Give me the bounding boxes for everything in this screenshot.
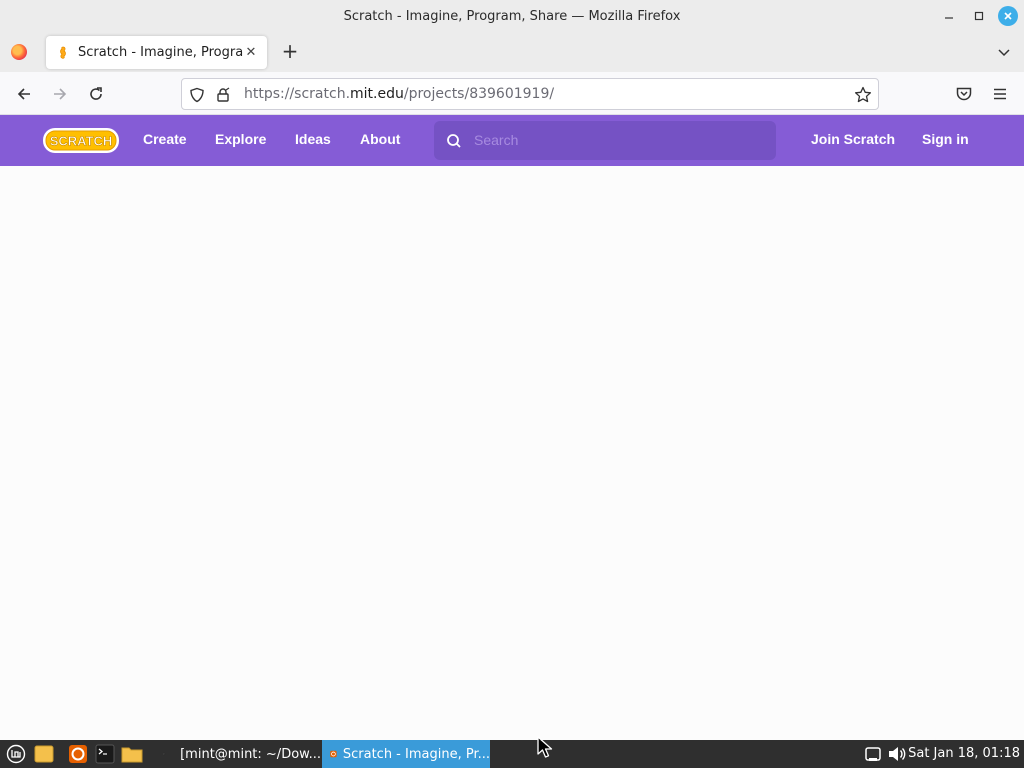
files-launcher-icon[interactable] — [121, 743, 143, 765]
scratch-navbar: SCRATCH Create Explore Ideas About Join … — [0, 115, 1024, 166]
search-input[interactable] — [474, 130, 764, 150]
nav-ideas[interactable]: Ideas — [295, 131, 331, 147]
forward-icon[interactable] — [48, 82, 72, 106]
list-all-tabs-icon[interactable] — [996, 44, 1012, 60]
minimize-icon[interactable] — [938, 5, 960, 27]
task-firefox-label: Scratch - Imagine, Pr... — [342, 746, 490, 762]
navigation-toolbar: https://scratch.mit.edu/projects/8396019… — [0, 72, 1024, 115]
volume-icon[interactable] — [886, 743, 908, 765]
task-terminal[interactable]: [mint@mint: ~/Dow... — [155, 740, 321, 768]
url-text: https://scratch.mit.edu/projects/8396019… — [244, 86, 554, 102]
mouse-cursor-icon — [536, 735, 554, 759]
nav-create[interactable]: Create — [143, 131, 187, 147]
back-icon[interactable] — [12, 82, 36, 106]
scratch-logo[interactable]: SCRATCH — [42, 126, 120, 155]
taskbar: [mint@mint: ~/Dow... Scratch - Imagine, … — [0, 740, 1024, 768]
firefox-view-button[interactable] — [0, 32, 38, 72]
scratch-search — [434, 121, 776, 160]
page-content — [0, 166, 1024, 740]
join-scratch-link[interactable]: Join Scratch — [811, 131, 895, 147]
sign-in-link[interactable]: Sign in — [922, 131, 969, 147]
search-icon — [446, 133, 462, 149]
window-titlebar: Scratch - Imagine, Program, Share — Mozi… — [0, 0, 1024, 32]
task-firefox[interactable]: Scratch - Imagine, Pr... — [322, 740, 490, 768]
scratch-logo-text: SCRATCH — [50, 134, 113, 149]
firefox-launcher-icon[interactable] — [67, 743, 89, 765]
show-desktop-icon[interactable] — [33, 743, 55, 765]
terminal-task-icon — [163, 752, 166, 756]
tab-label: Scratch - Imagine, Program, Share — [78, 45, 243, 60]
new-tab-button[interactable]: + — [280, 41, 300, 62]
clock[interactable]: Sat Jan 18, 01:18 — [908, 746, 1020, 761]
app-menu-icon[interactable] — [988, 82, 1012, 106]
mint-menu-icon[interactable] — [5, 743, 27, 765]
tab-scratch[interactable]: Scratch - Imagine, Program, Share ✕ — [46, 36, 267, 69]
nav-explore[interactable]: Explore — [215, 131, 266, 147]
maximize-icon[interactable] — [968, 5, 990, 27]
url-host: mit.edu — [350, 86, 404, 102]
tracking-protection-shield-icon[interactable] — [188, 86, 206, 104]
tab-strip: Scratch - Imagine, Program, Share ✕ + — [0, 32, 1024, 72]
bookmark-star-icon[interactable] — [854, 86, 872, 104]
window-title: Scratch - Imagine, Program, Share — Mozi… — [343, 8, 681, 24]
reload-icon[interactable] — [84, 82, 108, 106]
lock-icon[interactable] — [214, 86, 232, 104]
url-bar[interactable]: https://scratch.mit.edu/projects/8396019… — [181, 78, 879, 110]
nav-about[interactable]: About — [360, 131, 400, 147]
firefox-task-icon — [330, 750, 337, 758]
tab-close-icon[interactable]: ✕ — [243, 45, 259, 60]
task-terminal-label: [mint@mint: ~/Dow... — [180, 746, 321, 762]
pocket-icon[interactable] — [952, 82, 976, 106]
network-icon[interactable] — [862, 743, 884, 765]
terminal-launcher-icon[interactable] — [94, 743, 116, 765]
url-prefix: https://scratch. — [244, 86, 351, 102]
window-controls — [938, 5, 1018, 27]
close-icon[interactable] — [998, 6, 1018, 26]
scratch-favicon-icon — [58, 46, 68, 60]
url-path: /projects/839601919/ — [403, 86, 555, 102]
firefox-icon — [11, 44, 27, 60]
